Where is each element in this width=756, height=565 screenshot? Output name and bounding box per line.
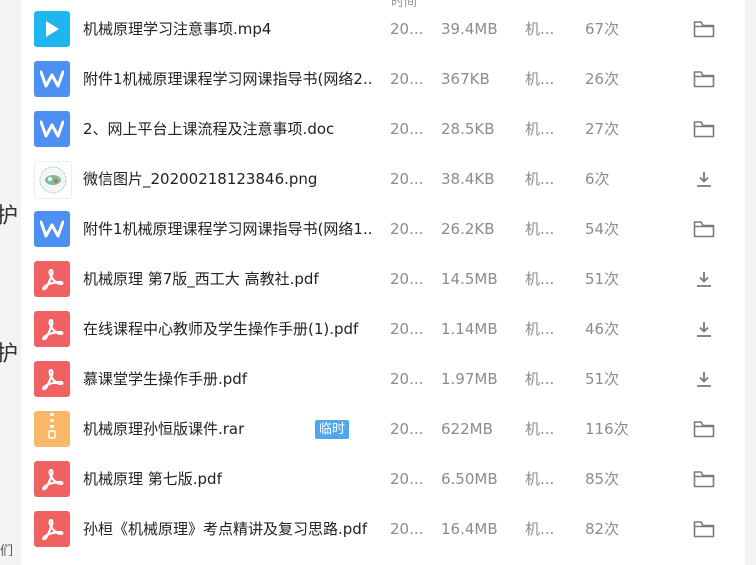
file-date: 20... [390, 70, 424, 88]
download-count: 82次 [585, 520, 620, 538]
file-size: 367KB [441, 70, 490, 88]
folder-icon[interactable] [693, 119, 715, 139]
file-row[interactable]: 机械原理学习注意事项.mp4 20... 39.4MB 机... 67次 [21, 4, 745, 54]
file-source: 机... [525, 470, 555, 488]
file-row[interactable]: 2、网上平台上课流程及注意事项.doc 20... 28.5KB 机... 27次 [21, 104, 745, 154]
download-icon[interactable] [693, 169, 715, 189]
file-date: 20... [390, 20, 424, 38]
file-source: 机... [525, 370, 555, 388]
download-count: 46次 [585, 320, 620, 338]
file-row[interactable]: 附件1机械原理课程学习网课指导书(网络2... 20... 367KB 机... 26次 [21, 54, 745, 104]
file-source: 机... [525, 20, 555, 38]
file-name[interactable]: 机械原理 第7版_西工大 高教社.pdf [83, 254, 373, 304]
download-count: 85次 [585, 470, 620, 488]
folder-icon[interactable] [693, 419, 715, 439]
file-row[interactable]: 机械原理 第7版_西工大 高教社.pdf 20... 14.5MB 机... 51次 [21, 254, 745, 304]
download-count: 26次 [585, 70, 620, 88]
file-name[interactable]: 在线课程中心教师及学生操作手册(1).pdf [83, 304, 373, 354]
edge-text-fragment: 们 [0, 544, 14, 559]
file-list-panel: 时间 机械原理学习注意事项.mp4 20... 39.4MB 机... 67次 附件1机械… [21, 0, 745, 565]
file-source: 机... [525, 220, 555, 238]
download-count: 51次 [585, 370, 620, 388]
file-row[interactable]: 慕课堂学生操作手册.pdf 20... 1.97MB 机... 51次 [21, 354, 745, 404]
file-size: 38.4KB [441, 170, 495, 188]
download-count: 51次 [585, 270, 620, 288]
edge-text-fragment: 护 [0, 342, 19, 367]
file-size: 16.4MB [441, 520, 498, 538]
file-source: 机... [525, 520, 555, 538]
file-size: 6.50MB [441, 470, 498, 488]
file-date: 20... [390, 270, 424, 288]
file-name[interactable]: 微信图片_20200218123846.png [83, 154, 373, 204]
download-icon[interactable] [693, 369, 715, 389]
file-size: 1.97MB [441, 370, 498, 388]
file-size: 14.5MB [441, 270, 498, 288]
download-count: 54次 [585, 220, 620, 238]
file-date: 20... [390, 170, 424, 188]
file-size: 28.5KB [441, 120, 495, 138]
file-date: 20... [390, 470, 424, 488]
file-size: 39.4MB [441, 20, 498, 38]
file-row[interactable]: 附件1机械原理课程学习网课指导书(网络1... 20... 26.2KB 机... 54… [21, 204, 745, 254]
folder-icon[interactable] [693, 69, 715, 89]
file-source: 机... [525, 320, 555, 338]
download-count: 67次 [585, 20, 620, 38]
file-name[interactable]: 2、网上平台上课流程及注意事项.doc [83, 104, 373, 154]
file-list: 机械原理学习注意事项.mp4 20... 39.4MB 机... 67次附件1机械原理课… [21, 4, 745, 554]
edge-text-fragment: 护 [0, 204, 19, 229]
file-size: 622MB [441, 420, 493, 438]
download-count: 116次 [585, 420, 629, 438]
folder-icon[interactable] [693, 19, 715, 39]
folder-icon[interactable] [693, 219, 715, 239]
file-name[interactable]: 附件1机械原理课程学习网课指导书(网络2... [83, 54, 373, 104]
file-name[interactable]: 机械原理学习注意事项.mp4 [83, 4, 373, 54]
file-size: 1.14MB [441, 320, 498, 338]
folder-icon[interactable] [693, 519, 715, 539]
file-row[interactable]: 孙桓《机械原理》考点精讲及复习思路.pdf 20... 16.4MB 机... 82次 [21, 504, 745, 554]
file-source: 机... [525, 270, 555, 288]
file-date: 20... [390, 520, 424, 538]
file-date: 20... [390, 320, 424, 338]
download-count: 27次 [585, 120, 620, 138]
download-icon[interactable] [693, 269, 715, 289]
file-source: 机... [525, 70, 555, 88]
file-name[interactable]: 附件1机械原理课程学习网课指导书(网络1... [83, 204, 373, 254]
folder-icon[interactable] [693, 469, 715, 489]
temporary-badge: 临时 [315, 420, 350, 439]
file-name[interactable]: 机械原理 第七版.pdf [83, 454, 373, 504]
file-name[interactable]: 孙桓《机械原理》考点精讲及复习思路.pdf [83, 504, 373, 554]
file-date: 20... [390, 420, 424, 438]
file-row[interactable]: 在线课程中心教师及学生操作手册(1).pdf 20... 1.14MB 机... 46次 [21, 304, 745, 354]
file-source: 机... [525, 120, 555, 138]
file-row[interactable]: 机械原理 第七版.pdf 20... 6.50MB 机... 85次 [21, 454, 745, 504]
file-date: 20... [390, 120, 424, 138]
file-source: 机... [525, 420, 555, 438]
file-row[interactable]: 微信图片_20200218123846.png 20... 38.4KB 机... 6次 [21, 154, 745, 204]
file-row[interactable]: 机械原理孙恒版课件.rar 临时 20... 622MB 机... 116次 [21, 404, 745, 454]
download-icon[interactable] [693, 319, 715, 339]
file-size: 26.2KB [441, 220, 495, 238]
file-name[interactable]: 慕课堂学生操作手册.pdf [83, 354, 373, 404]
file-date: 20... [390, 370, 424, 388]
file-source: 机... [525, 170, 555, 188]
download-count: 6次 [585, 170, 610, 188]
file-date: 20... [390, 220, 424, 238]
